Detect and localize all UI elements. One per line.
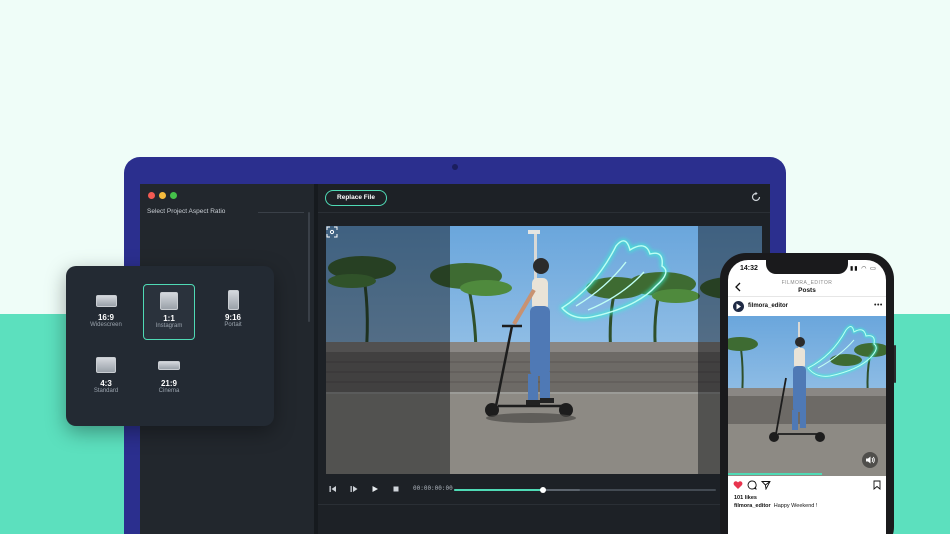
- laptop-camera: [452, 164, 458, 170]
- volume-icon: [866, 456, 875, 464]
- window-minimize-button[interactable]: [159, 192, 166, 199]
- phone-notch: [766, 260, 848, 274]
- panel-title: Select Project Aspect Ratio: [147, 208, 226, 215]
- panel-divider: [258, 212, 304, 213]
- phone-mockup: 14:32 ▮▮ ◠ ▭ FILMORA_EDITOR Posts filmor…: [720, 253, 896, 534]
- caption-username[interactable]: filmora_editor: [734, 503, 771, 509]
- status-icons: ▮▮ ◠ ▭: [850, 266, 877, 272]
- ratio-option-widescreen[interactable]: 16:9 Widescreen: [80, 284, 132, 340]
- avatar[interactable]: [733, 301, 744, 312]
- ratio-option-standard[interactable]: 4:3 Standard: [80, 350, 132, 406]
- status-time: 14:32: [740, 265, 758, 272]
- video-progress: [728, 473, 822, 475]
- toolbar-divider: [318, 212, 770, 213]
- ratio-value: 21:9: [160, 379, 177, 388]
- window-close-button[interactable]: [148, 192, 155, 199]
- ratio-option-instagram[interactable]: 1:1 Instagram: [143, 284, 195, 340]
- ratio-name: Widescreen: [90, 322, 122, 328]
- share-icon[interactable]: [761, 480, 771, 490]
- widescreen-ratio-icon: [96, 295, 117, 307]
- play-icon[interactable]: [371, 485, 379, 493]
- ratio-name: Portait: [224, 322, 242, 328]
- ratio-value: 1:1: [163, 314, 175, 323]
- post-media[interactable]: [728, 316, 886, 476]
- like-count[interactable]: 101 likes: [734, 495, 757, 501]
- square-ratio-icon: [160, 292, 178, 310]
- phone-side-button: [894, 345, 896, 383]
- heart-icon[interactable]: [733, 480, 743, 490]
- crop-mask-left: [326, 226, 450, 474]
- scrubber-handle[interactable]: [540, 487, 547, 493]
- filmora-logo-icon: [736, 303, 741, 310]
- timecode: 00:00:00:00: [413, 485, 453, 492]
- preview-area: Replace File 00:00:00:00: [318, 184, 770, 534]
- volume-button[interactable]: [862, 452, 878, 468]
- stop-icon[interactable]: [392, 485, 400, 493]
- video-preview[interactable]: [326, 226, 762, 474]
- step-forward-icon[interactable]: [350, 485, 358, 493]
- portrait-ratio-icon: [228, 290, 239, 310]
- window-maximize-button[interactable]: [170, 192, 177, 199]
- ratio-value: 9:16: [224, 313, 241, 322]
- refresh-icon[interactable]: [750, 191, 762, 203]
- ratio-option-portrait[interactable]: 9:16 Portait: [207, 284, 259, 340]
- more-options-icon[interactable]: •••: [874, 302, 883, 309]
- header-account: FILMORA_EDITOR: [781, 280, 833, 286]
- ratio-name: Cinema: [158, 388, 180, 394]
- scrubber-progress: [454, 489, 544, 491]
- header-title: Posts: [798, 287, 816, 294]
- post-caption: filmora_editor Happy Weekend !: [734, 503, 817, 509]
- step-backward-icon[interactable]: [329, 485, 337, 493]
- ratio-value: 4:3: [100, 379, 112, 388]
- bookmark-icon[interactable]: [872, 480, 882, 490]
- post-username[interactable]: filmora_editor: [748, 303, 788, 309]
- ratio-value: 16:9: [97, 313, 114, 322]
- instagram-screen: 14:32 ▮▮ ◠ ▭ FILMORA_EDITOR Posts filmor…: [728, 260, 886, 534]
- timeline-divider: [318, 504, 770, 505]
- aspect-ratio-picker: 16:9 Widescreen 1:1 Instagram 9:16 Porta…: [66, 266, 274, 426]
- caption-text: Happy Weekend !: [773, 503, 818, 509]
- panel-scrollbar[interactable]: [308, 212, 310, 322]
- replace-file-button[interactable]: Replace File: [325, 190, 387, 206]
- ratio-name: Standard: [93, 388, 119, 394]
- comment-icon[interactable]: [747, 480, 757, 490]
- header-divider: [728, 296, 886, 297]
- crop-center-icon[interactable]: [326, 226, 338, 238]
- standard-ratio-icon: [96, 357, 116, 373]
- cinema-ratio-icon: [158, 361, 180, 370]
- ratio-name: Instagram: [155, 323, 183, 329]
- playback-scrubber[interactable]: [454, 487, 716, 493]
- post-actions: [733, 480, 883, 492]
- playback-controls: 00:00:00:00: [318, 482, 770, 496]
- ratio-option-cinema[interactable]: 21:9 Cinema: [143, 350, 195, 406]
